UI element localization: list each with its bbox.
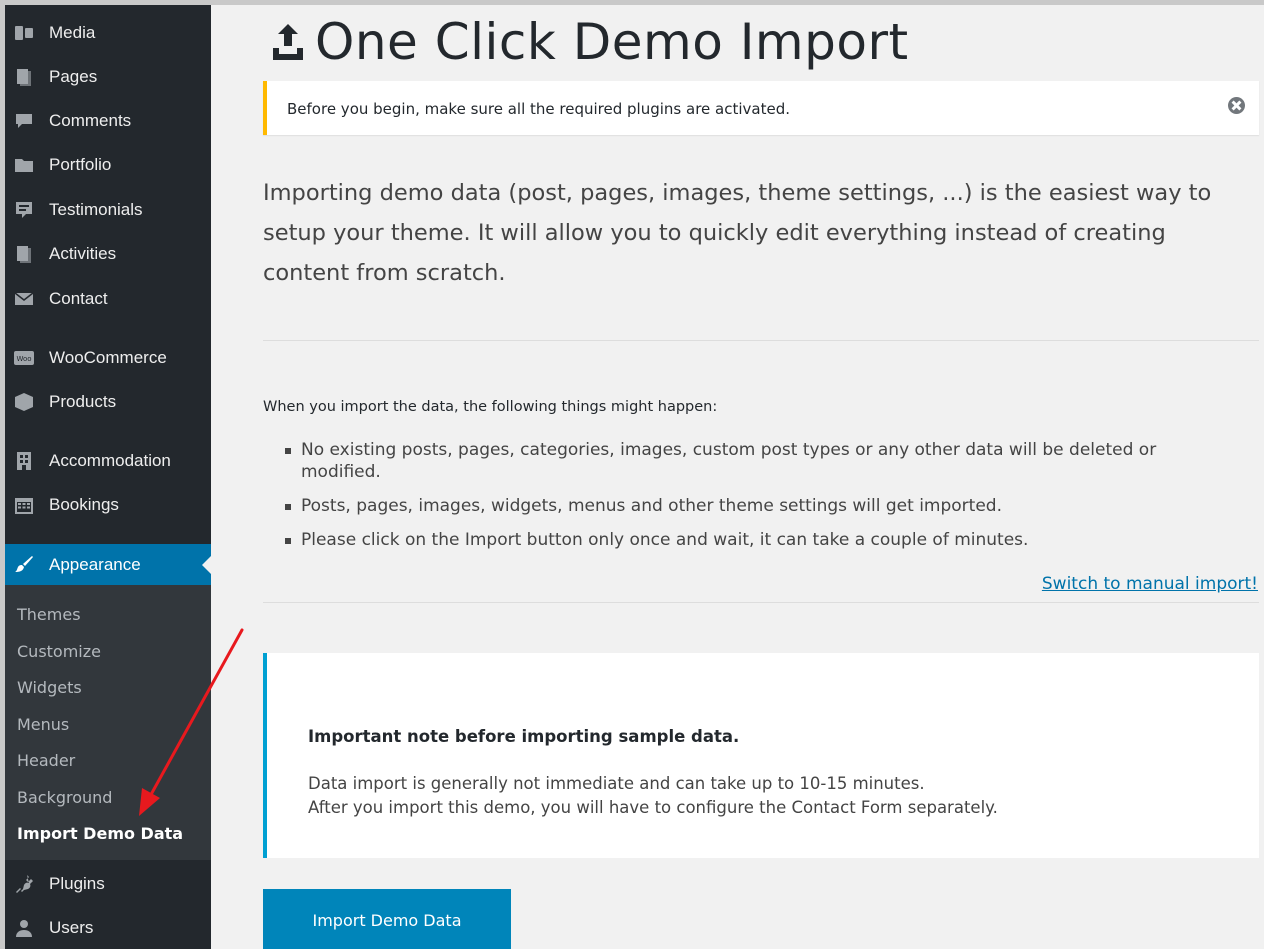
pages-icon — [13, 243, 35, 265]
paintbrush-icon — [13, 554, 35, 576]
sidebar-item-users[interactable]: Users — [5, 908, 211, 948]
sidebar-item-contact[interactable]: Contact — [5, 279, 211, 319]
sidebar-item-plugins[interactable]: Plugins — [5, 864, 211, 904]
plugins-notice: Before you begin, make sure all the requ… — [263, 81, 1259, 135]
sidebar-item-label: Pages — [49, 67, 98, 86]
note-line: Data import is generally not immediate a… — [308, 774, 925, 793]
sidebar-item-activities[interactable]: Activities — [5, 234, 211, 274]
sidebar-item-accommodation[interactable]: Accommodation — [5, 441, 211, 481]
folder-icon — [13, 154, 35, 176]
envelope-icon — [13, 288, 35, 310]
page-title: One Click Demo Import — [315, 13, 909, 71]
sidebar-item-label: Activities — [49, 244, 117, 263]
intro-text: Importing demo data (post, pages, images… — [263, 180, 1212, 286]
sidebar-item-testimonials[interactable]: Testimonials — [5, 190, 211, 230]
import-effects-lead: When you import the data, the following … — [263, 399, 718, 415]
user-icon — [13, 917, 35, 939]
dismiss-icon[interactable] — [1228, 97, 1245, 114]
sidebar-item-label: Comments — [49, 111, 132, 130]
upload-icon — [273, 24, 303, 60]
building-icon — [13, 450, 35, 472]
media-icon — [13, 22, 35, 44]
sidebar-item-label: Portfolio — [49, 155, 112, 174]
notice-text: Before you begin, make sure all the requ… — [287, 100, 790, 118]
sidebar-item-comments[interactable]: Comments — [5, 101, 211, 141]
admin-sidebar: Media Pages Comments Portfolio Testimoni… — [5, 5, 211, 949]
sidebar-item-label: WooCommerce — [49, 348, 167, 367]
svg-text:Woo: Woo — [16, 355, 31, 363]
page-header: One Click Demo Import — [271, 13, 909, 71]
sidebar-item-label: Accommodation — [49, 451, 171, 470]
sidebar-item-media[interactable]: Media — [5, 13, 211, 53]
main-content: One Click Demo Import Before you begin, … — [211, 5, 1264, 949]
divider — [263, 340, 1259, 341]
sidebar-item-label: Media — [49, 23, 96, 42]
submenu-item-customize[interactable]: Customize — [17, 642, 101, 661]
plugin-icon — [13, 873, 35, 895]
manual-import-link[interactable]: Switch to manual import! — [1042, 574, 1258, 594]
woocommerce-icon: Woo — [13, 347, 35, 369]
sidebar-item-label: Bookings — [49, 495, 119, 514]
import-note-box: Important note before importing sample d… — [263, 653, 1259, 858]
sidebar-item-label: Appearance — [49, 555, 141, 574]
sidebar-item-bookings[interactable]: Bookings — [5, 485, 211, 525]
sidebar-item-portfolio[interactable]: Portfolio — [5, 145, 211, 185]
sidebar-item-label: Plugins — [49, 874, 105, 893]
submenu-item-menus[interactable]: Menus — [17, 715, 69, 734]
testimonial-icon — [13, 199, 35, 221]
list-item: No existing posts, pages, categories, im… — [283, 439, 1233, 483]
divider — [263, 602, 1259, 603]
sidebar-item-pages[interactable]: Pages — [5, 57, 211, 97]
submenu-item-background[interactable]: Background — [17, 788, 112, 807]
submenu-item-header[interactable]: Header — [17, 751, 75, 770]
appearance-submenu: Themes Customize Widgets Menus Header Ba… — [5, 585, 211, 860]
box-icon — [13, 391, 35, 413]
pages-icon — [13, 66, 35, 88]
note-line: After you import this demo, you will hav… — [308, 798, 998, 817]
submenu-item-import-demo-data[interactable]: Import Demo Data — [17, 824, 183, 843]
sidebar-item-label: Contact — [49, 289, 108, 308]
submenu-item-themes[interactable]: Themes — [17, 605, 81, 624]
sidebar-item-appearance[interactable]: Appearance — [5, 544, 211, 586]
list-item: Posts, pages, images, widgets, menus and… — [283, 495, 1233, 517]
calendar-icon — [13, 494, 35, 516]
sidebar-item-products[interactable]: Products — [5, 382, 211, 422]
note-title: Important note before importing sample d… — [308, 727, 740, 746]
sidebar-item-woocommerce[interactable]: Woo WooCommerce — [5, 338, 211, 378]
sidebar-item-label: Users — [49, 918, 94, 937]
active-indicator — [202, 556, 211, 574]
comments-icon — [13, 110, 35, 132]
list-item: Please click on the Import button only o… — [283, 529, 1233, 551]
sidebar-item-label: Testimonials — [49, 200, 143, 219]
submenu-item-widgets[interactable]: Widgets — [17, 678, 82, 697]
import-effects-list: No existing posts, pages, categories, im… — [283, 439, 1233, 563]
sidebar-item-label: Products — [49, 392, 117, 411]
import-demo-data-button[interactable]: Import Demo Data — [263, 889, 511, 949]
